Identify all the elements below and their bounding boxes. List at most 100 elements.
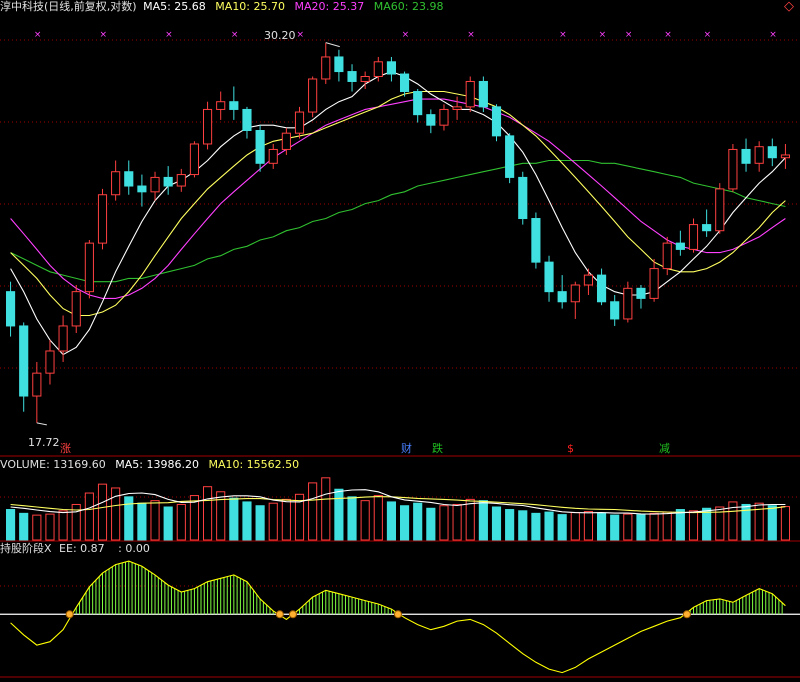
- crossover-marker: [394, 610, 402, 619]
- candle-body: [715, 188, 725, 232]
- low-pointer: [36, 422, 47, 426]
- volume-bar: [636, 514, 646, 541]
- volume-ma5: MA5: 13986.20: [115, 458, 199, 471]
- candle-body: [124, 171, 134, 187]
- candle-body: [702, 224, 712, 232]
- candle-body: [84, 242, 94, 293]
- signal-cross-mark: ×: [34, 30, 42, 40]
- candle-body: [5, 291, 16, 327]
- signal-cross-mark: ×: [625, 30, 633, 40]
- volume-bar: [334, 488, 344, 541]
- signal-cross-mark: ×: [559, 30, 567, 40]
- candle-body: [544, 261, 554, 293]
- volume-bar: [386, 501, 397, 541]
- volume-bar: [321, 477, 331, 541]
- candle-body: [19, 325, 29, 397]
- volume-bar: [596, 512, 607, 541]
- candle-body: [741, 148, 751, 164]
- candle-body: [767, 146, 777, 159]
- candle-body: [426, 114, 436, 126]
- volume-bar: [439, 505, 449, 541]
- candle-body: [675, 242, 685, 250]
- signal-cross-mark: ×: [165, 30, 173, 40]
- crossover-marker: [682, 610, 691, 619]
- volume-bar: [163, 506, 173, 541]
- candle-body: [176, 174, 186, 187]
- event-marker-dollar[interactable]: $: [566, 442, 575, 455]
- header-bar: 淳中科技(日线,前复权,对数) MA5: 25.68 MA10: 25.70 M…: [0, 0, 443, 14]
- candle-body: [334, 56, 344, 73]
- stock-chart[interactable]: × × × × × × × × × × × × ×: [0, 0, 800, 682]
- chart-title: 淳中科技(日线,前复权,对数): [0, 0, 137, 13]
- candle-body: [281, 132, 291, 150]
- candle-body: [636, 287, 646, 299]
- volume-bar: [413, 502, 423, 541]
- volume-bar: [662, 511, 672, 541]
- volume-bar: [347, 496, 357, 541]
- volume-bar: [649, 512, 659, 541]
- indicator-ee: EE: 0.87: [59, 542, 105, 555]
- candle-body: [583, 274, 594, 286]
- volume-bar: [5, 509, 16, 541]
- volume-bar: [583, 511, 594, 541]
- candle-body: [111, 171, 121, 196]
- candle-body: [557, 291, 567, 303]
- volume-bar: [399, 505, 410, 541]
- volume-bar: [229, 497, 239, 541]
- event-marker-rise[interactable]: 涨: [59, 442, 72, 455]
- signal-cross-mark: ×: [467, 30, 475, 40]
- event-marker-fall[interactable]: 跌: [431, 442, 444, 455]
- volume-bar: [19, 512, 29, 541]
- event-marker-finance[interactable]: 财: [400, 442, 413, 455]
- candle-body: [452, 106, 462, 110]
- candle-body: [216, 101, 226, 110]
- signal-cross-mark: ×: [769, 30, 777, 40]
- candle-body: [150, 176, 160, 193]
- volume-bar: [176, 503, 186, 541]
- ma10-line: [10, 90, 786, 317]
- candle-body: [202, 108, 213, 145]
- volume-bar: [505, 509, 515, 541]
- ma5-legend: MA5: 25.68: [143, 0, 206, 13]
- crossover-marker: [288, 610, 297, 619]
- high-pointer: [325, 42, 340, 48]
- volume-bar: [518, 510, 528, 541]
- candle-body: [688, 224, 699, 250]
- candle-body: [137, 185, 147, 193]
- volume-bar: [373, 495, 383, 541]
- volume-bar: [242, 501, 252, 541]
- volume-bar: [137, 502, 147, 541]
- ma60-legend: MA60: 23.98: [373, 0, 444, 13]
- volume-bar: [557, 514, 567, 541]
- event-marker-reduce[interactable]: 减: [658, 442, 671, 455]
- volume-bar: [688, 510, 699, 541]
- indicator-name: 持股阶段X: [0, 542, 52, 555]
- volume-bar: [150, 500, 160, 541]
- volume-bar: [491, 506, 502, 541]
- volume-bar: [452, 503, 462, 541]
- volume-bar: [623, 513, 633, 541]
- candle-body: [596, 274, 607, 303]
- candle-body: [386, 61, 397, 75]
- candle-body: [649, 268, 659, 299]
- candle-body: [268, 148, 278, 164]
- candle-body: [163, 176, 173, 187]
- volume-bar: [45, 513, 55, 541]
- volume-bar: [84, 492, 94, 541]
- volume-bar: [32, 514, 42, 541]
- candle-body: [478, 80, 488, 108]
- candle-body: [255, 129, 265, 164]
- candle-body: [45, 350, 55, 374]
- high-price-annotation: 30.20: [264, 29, 296, 42]
- candle-body: [71, 291, 81, 327]
- candle-body: [360, 76, 370, 82]
- candle-body: [242, 108, 252, 131]
- volume-bar: [308, 482, 318, 541]
- volume-bar: [268, 502, 278, 541]
- volume-bar: [281, 498, 291, 541]
- volume-bar: [97, 483, 108, 541]
- volume-bar: [767, 505, 777, 541]
- diamond-icon[interactable]: ◇: [784, 0, 794, 14]
- volume-bar: [426, 507, 436, 541]
- volume-bar: [570, 512, 580, 541]
